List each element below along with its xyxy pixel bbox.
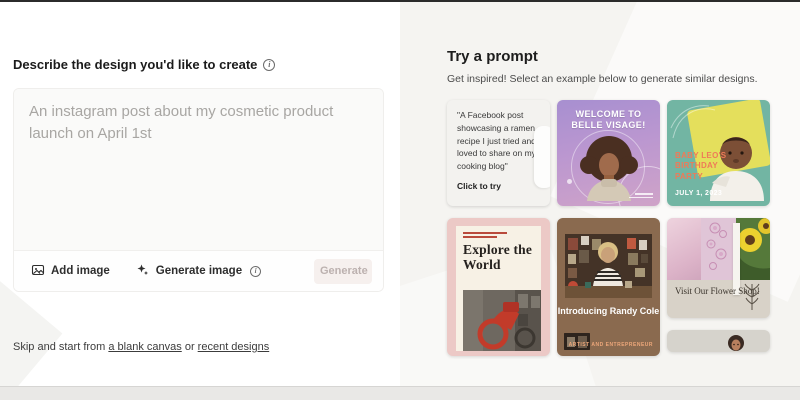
skip-text-or: or — [182, 341, 198, 353]
example-card-randy-cole[interactable]: Introducing Randy Cole ARTIST AND ENTREP… — [557, 218, 660, 356]
baby-leo-date: JULY 1, 2023 — [675, 190, 722, 197]
ramen-prompt-text: "A Facebook post showcasing a ramen reci… — [457, 109, 541, 173]
try-a-prompt-subtitle: Get inspired! Select an example below to… — [447, 73, 758, 85]
skip-row: Skip and start from a blank canvas or re… — [13, 341, 269, 353]
generate-image-button[interactable]: Generate image i — [130, 259, 267, 284]
pink-flowers-photo — [667, 218, 701, 280]
example-card-grid: "A Facebook post showcasing a ramen reci… — [447, 100, 771, 356]
panel-title-row: Describe the design you'd like to create… — [13, 57, 275, 72]
recent-designs-link[interactable]: recent designs — [198, 341, 270, 353]
card-column-3: BABY LEO'S BIRTHDAY PARTY JULY 1, 2023 — [667, 100, 770, 356]
click-to-try-label: Click to try — [457, 181, 540, 191]
designer-create-screen: Describe the design you'd like to create… — [0, 0, 800, 400]
prompt-toolbar: Add image Generate image i Generate — [14, 250, 383, 291]
red-bicycle-photo — [463, 290, 534, 351]
add-image-icon — [31, 263, 45, 280]
generate-image-label: Generate image — [156, 265, 242, 277]
small-caption-lines — [629, 191, 653, 198]
botanical-sprig-illustration — [742, 282, 762, 317]
vertical-banner-strip — [733, 223, 740, 295]
ramen-bowl-graphic — [534, 126, 550, 188]
flower-illustration-panel — [701, 218, 735, 280]
example-card-ramen-prompt[interactable]: "A Facebook post showcasing a ramen reci… — [447, 100, 550, 206]
example-card-belle-visage[interactable]: WELCOME TO BELLE VISAGE! — [557, 100, 660, 206]
partial-portrait — [727, 335, 745, 352]
card-column-2: WELCOME TO BELLE VISAGE! — [557, 100, 660, 356]
info-icon[interactable]: i — [263, 59, 275, 71]
belle-visage-title: WELCOME TO BELLE VISAGE! — [557, 109, 660, 132]
card-column-1: "A Facebook post showcasing a ramen reci… — [447, 100, 550, 356]
example-card-partial[interactable] — [667, 330, 770, 352]
try-a-prompt-panel: Try a prompt Get inspired! Select an exa… — [400, 2, 800, 386]
baby-leo-title: BABY LEO'S BIRTHDAY PARTY — [675, 151, 737, 182]
window-bottom-edge — [0, 386, 800, 400]
magazine-cover: Explore the World — [456, 226, 541, 351]
gallery-wall-photo — [565, 234, 652, 298]
prompt-box: Add image Generate image i Generate — [13, 88, 384, 292]
decor-dot — [567, 179, 572, 184]
add-image-label: Add image — [51, 265, 110, 277]
magazine-kicker-lines — [463, 232, 534, 238]
add-image-button[interactable]: Add image — [25, 259, 116, 284]
randy-cole-subtitle: ARTIST AND ENTREPRENEUR — [569, 342, 653, 348]
flower-photo-panels — [667, 218, 770, 280]
example-card-baby-leo[interactable]: BABY LEO'S BIRTHDAY PARTY JULY 1, 2023 — [667, 100, 770, 206]
blank-canvas-link[interactable]: a blank canvas — [108, 341, 181, 353]
prompt-input[interactable] — [14, 89, 383, 250]
example-card-flower-shop[interactable]: Visit Our Flower Shop! — [667, 218, 770, 318]
try-a-prompt-title: Try a prompt — [447, 48, 538, 65]
describe-design-panel: Describe the design you'd like to create… — [0, 2, 400, 386]
example-card-explore-world[interactable]: Explore the World — [447, 218, 550, 356]
generate-image-info-icon[interactable]: i — [250, 266, 261, 277]
sunflower-photo — [736, 218, 770, 280]
background-shape — [0, 276, 62, 386]
generate-button[interactable]: Generate — [314, 259, 372, 284]
explore-world-title: Explore the World — [463, 243, 534, 273]
panel-title: Describe the design you'd like to create — [13, 57, 257, 72]
randy-cole-title: Introducing Randy Cole — [557, 306, 660, 316]
skip-text: Skip and start from — [13, 341, 108, 353]
sparkle-icon — [136, 263, 150, 280]
